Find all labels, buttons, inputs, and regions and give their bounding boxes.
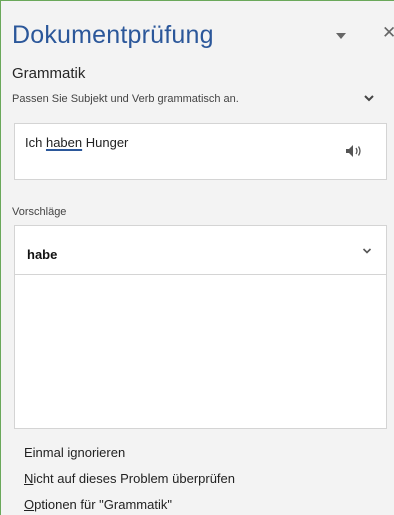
context-sentence-box: Ich haben Hunger <box>14 123 387 180</box>
suggestion-text: habe <box>27 247 58 262</box>
close-icon[interactable]: ✕ <box>382 24 394 41</box>
suggestion-item[interactable]: habe <box>15 226 386 275</box>
ignore-once-link[interactable]: Einmal ignorieren <box>24 445 125 460</box>
chevron-down-icon[interactable] <box>363 93 375 103</box>
options-label-end: ptionen für "Grammatik" <box>34 497 172 512</box>
suggestions-heading: Vorschläge <box>12 206 67 218</box>
context-before: Ich <box>25 135 46 150</box>
context-sentence: Ich haben Hunger <box>25 135 128 150</box>
editor-pane: Dokumentprüfung ✕ Grammatik Passen Sie S… <box>0 0 394 515</box>
dont-check-label-end: icht auf dieses Problem überprüfen <box>33 471 236 486</box>
context-after: Hunger <box>82 135 129 150</box>
suggestions-list: habe <box>14 225 387 429</box>
issue-explanation: Passen Sie Subjekt und Verb grammatisch … <box>12 93 239 105</box>
pane-title: Dokumentprüfung <box>12 21 214 49</box>
chevron-down-icon[interactable] <box>362 247 372 255</box>
speaker-icon[interactable] <box>345 144 363 158</box>
dont-check-access-key: N <box>24 471 34 486</box>
ignore-once-label-start: Einmal i <box>24 445 71 460</box>
dropdown-triangle-icon[interactable] <box>335 31 347 41</box>
dont-check-issue-link[interactable]: Nicht auf dieses Problem überprüfen <box>24 471 235 486</box>
error-word: haben <box>45 135 83 150</box>
grammar-options-link[interactable]: Optionen für "Grammatik" <box>24 497 172 512</box>
options-access-key: O <box>24 497 35 512</box>
ignore-once-label-end: norieren <box>77 445 126 460</box>
issue-category: Grammatik <box>12 65 86 82</box>
